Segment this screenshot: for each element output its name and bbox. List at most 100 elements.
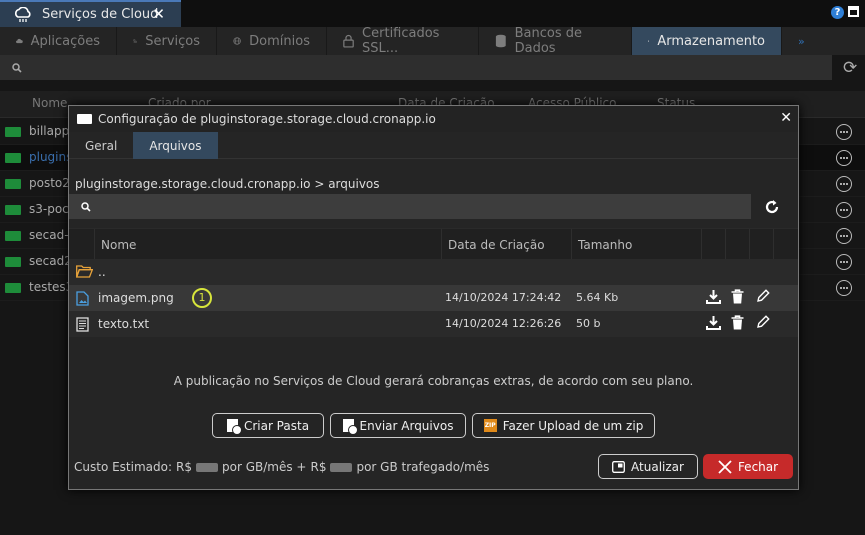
- update-icon: [612, 460, 625, 473]
- parent-folder-label: ..: [98, 265, 106, 279]
- tab-certificados-ssl[interactable]: Certificados SSL...: [327, 26, 479, 56]
- tab-label: Domínios: [249, 33, 310, 49]
- column-header-size[interactable]: Tamanho: [572, 229, 702, 260]
- button-label: Atualizar: [631, 459, 684, 474]
- update-button[interactable]: Atualizar: [598, 454, 698, 479]
- column-header-icon: [69, 229, 95, 260]
- tab-label: Aplicações: [30, 33, 100, 49]
- window-maximize-icon[interactable]: [848, 6, 859, 17]
- button-label: Fechar: [737, 459, 779, 474]
- file-refresh-icon[interactable]: [764, 194, 784, 219]
- lock-icon: [343, 34, 354, 48]
- zip-icon: ZIP: [483, 419, 497, 432]
- folder-icon: [648, 40, 650, 42]
- file-search-input[interactable]: [69, 194, 751, 219]
- more-options-icon[interactable]: [836, 150, 852, 166]
- help-icon[interactable]: ?: [831, 6, 844, 19]
- storage-name: testes3: [29, 280, 74, 294]
- text-file-icon: [76, 317, 89, 332]
- breadcrumb: pluginstorage.storage.cloud.cronapp.io >…: [75, 177, 380, 191]
- folder-icon: [77, 114, 92, 124]
- tab-bancos-de-dados[interactable]: Bancos de Dados: [479, 26, 632, 56]
- dialog-tabs: Geral Arquivos: [69, 132, 798, 159]
- folder-icon: [5, 231, 21, 241]
- button-label: Criar Pasta: [243, 418, 310, 433]
- column-header[interactable]: Nome: [32, 96, 67, 110]
- tab-label: Serviços: [145, 33, 200, 49]
- close-icon: [718, 459, 732, 474]
- tab-arquivos[interactable]: Arquivos: [133, 132, 218, 159]
- more-options-icon[interactable]: [836, 124, 852, 140]
- file-row[interactable]: texto.txt 14/10/2024 12:26:26 50 b: [69, 311, 798, 337]
- file-size: 5.64 Kb: [576, 291, 619, 304]
- folder-icon: [5, 179, 21, 189]
- column-header-date[interactable]: Data de Criação: [442, 229, 572, 260]
- close-button[interactable]: Fechar: [703, 454, 793, 479]
- more-options-icon[interactable]: [836, 202, 852, 218]
- cost-per-transfer: por GB trafegado/mês: [356, 460, 490, 474]
- more-options-icon[interactable]: [836, 280, 852, 296]
- button-label: Fazer Upload de um zip: [502, 418, 644, 433]
- delete-icon[interactable]: [731, 289, 744, 304]
- file-size: 50 b: [576, 317, 601, 330]
- cloud-upload-icon: [16, 38, 23, 44]
- tab-label: Bancos de Dados: [514, 26, 582, 56]
- new-folder-icon: [226, 419, 242, 435]
- cloud-icon: [15, 6, 31, 22]
- file-table-header: Nome Data de Criação Tamanho: [69, 228, 798, 260]
- storage-search-bar[interactable]: [0, 55, 832, 80]
- parent-folder-row[interactable]: ..: [69, 259, 798, 285]
- more-options-icon[interactable]: [836, 176, 852, 192]
- file-name: texto.txt: [98, 317, 150, 331]
- file-name: imagem.png: [98, 291, 174, 305]
- search-icon: [81, 201, 91, 212]
- file-date: 14/10/2024 17:24:42: [445, 291, 562, 304]
- redacted-value: [330, 462, 353, 472]
- tab-dominios[interactable]: Domínios: [217, 27, 327, 55]
- download-icon[interactable]: [706, 289, 721, 304]
- upload-zip-button[interactable]: ZIP Fazer Upload de um zip: [472, 413, 655, 438]
- window-titlebar: Serviços de Cloud ✕ ?: [0, 0, 865, 27]
- create-folder-button[interactable]: Criar Pasta: [212, 413, 324, 438]
- image-file-icon: [76, 291, 89, 306]
- tabs-overflow-icon[interactable]: »: [782, 27, 805, 55]
- dialog-titlebar: Configuração de pluginstorage.storage.cl…: [69, 106, 798, 132]
- search-icon: [12, 63, 22, 73]
- storage-name: billapp: [29, 124, 70, 138]
- storage-refresh-icon[interactable]: ⟳: [843, 58, 857, 78]
- folder-icon: [5, 257, 21, 267]
- upload-files-button[interactable]: Enviar Arquivos: [330, 413, 466, 438]
- more-options-icon[interactable]: [836, 228, 852, 244]
- edit-icon[interactable]: [756, 315, 770, 329]
- delete-icon[interactable]: [731, 315, 744, 330]
- tab-armazenamento[interactable]: Armazenamento: [632, 27, 782, 55]
- document-tab-close-icon[interactable]: ✕: [152, 5, 165, 23]
- service-tabs: Aplicações Serviços Domínios Certificado…: [0, 26, 865, 56]
- column-header-name[interactable]: Nome: [95, 229, 442, 260]
- column-header-delete: [726, 229, 750, 260]
- annotation-marker: 1: [192, 288, 212, 308]
- tab-servicos[interactable]: Serviços: [117, 27, 217, 55]
- storage-name: posto2: [29, 176, 70, 190]
- tab-label: Certificados SSL...: [362, 26, 440, 56]
- cost-per-month: por GB/mês +: [222, 460, 307, 474]
- dialog-title: Configuração de pluginstorage.storage.cl…: [98, 112, 436, 126]
- dialog-close-icon[interactable]: ✕: [780, 110, 792, 126]
- estimated-cost: Custo Estimado: R$ por GB/mês + R$ por G…: [74, 460, 489, 474]
- button-label: Enviar Arquivos: [359, 418, 454, 433]
- folder-icon: [5, 283, 21, 293]
- download-icon[interactable]: [706, 315, 721, 330]
- tab-geral[interactable]: Geral: [69, 132, 133, 159]
- storage-name: s3-poc: [29, 202, 69, 216]
- edit-icon[interactable]: [756, 289, 770, 303]
- more-options-icon[interactable]: [836, 254, 852, 270]
- document-tab-title: Serviços de Cloud: [42, 7, 159, 22]
- document-tab[interactable]: Serviços de Cloud ✕: [0, 0, 181, 27]
- database-icon: [495, 34, 506, 48]
- storage-config-dialog: Configuração de pluginstorage.storage.cl…: [68, 105, 799, 490]
- file-date: 14/10/2024 12:26:26: [445, 317, 562, 330]
- tab-aplicacoes[interactable]: Aplicações: [0, 27, 117, 55]
- file-row[interactable]: imagem.png 1 14/10/2024 17:24:42 5.64 Kb: [69, 285, 798, 311]
- folder-icon: [5, 127, 21, 137]
- folder-icon: [5, 153, 21, 163]
